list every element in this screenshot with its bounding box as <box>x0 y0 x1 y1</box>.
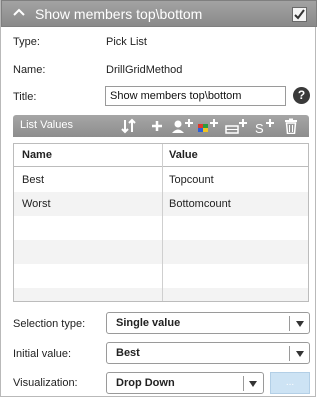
add-row-icon[interactable] <box>225 118 249 134</box>
add-icon[interactable] <box>149 118 165 134</box>
dropdown-separator <box>289 316 290 331</box>
initial-value-value: Best <box>116 347 140 359</box>
row-value-cell[interactable]: Bottomcount <box>169 198 231 210</box>
svg-text:S: S <box>255 121 264 134</box>
delete-icon[interactable] <box>283 118 299 134</box>
panel-header[interactable]: Show members top\bottom <box>1 0 317 27</box>
checkmark-icon <box>294 9 305 20</box>
table-row-empty <box>14 240 308 264</box>
table-row-empty <box>14 216 308 240</box>
selection-type-value: Single value <box>116 317 181 329</box>
type-label: Type: <box>13 36 40 48</box>
chevron-up-icon[interactable] <box>12 6 26 20</box>
visualization-value: Drop Down <box>116 377 175 389</box>
name-value: DrillGridMethod <box>106 64 183 76</box>
visualization-dropdown[interactable]: Drop Down <box>106 372 264 394</box>
list-properties-panel: Show members top\bottom Type: Pick List … <box>0 0 317 397</box>
add-s-icon[interactable]: S <box>254 118 276 134</box>
panel-title: Show members top\bottom <box>35 6 203 22</box>
column-divider <box>162 144 163 301</box>
dropdown-separator <box>243 376 244 391</box>
table-row-empty <box>14 264 308 288</box>
chevron-down-icon[interactable] <box>249 381 257 387</box>
row-value-cell[interactable]: Topcount <box>169 174 214 186</box>
title-input[interactable] <box>105 86 286 106</box>
row-name-cell[interactable]: Worst <box>22 198 51 210</box>
chevron-down-icon[interactable] <box>296 321 304 327</box>
table-row-empty <box>14 288 308 301</box>
column-header-name[interactable]: Name <box>22 149 52 161</box>
list-values-toolbar: List Values S <box>13 115 309 137</box>
column-header-value[interactable]: Value <box>169 149 198 161</box>
row-name-cell[interactable]: Best <box>22 174 44 186</box>
type-value: Pick List <box>106 36 147 48</box>
initial-value-label: Initial value: <box>13 348 72 360</box>
add-color-icon[interactable] <box>197 118 221 134</box>
selection-type-dropdown[interactable]: Single value <box>106 312 310 334</box>
table-row[interactable]: Best Topcount <box>14 168 308 192</box>
title-label: Title: <box>13 91 37 103</box>
chevron-down-icon[interactable] <box>296 351 304 357</box>
dropdown-separator <box>289 346 290 361</box>
visualization-options-button[interactable]: ... <box>270 372 310 394</box>
initial-value-dropdown[interactable]: Best <box>106 342 310 364</box>
visualization-label: Visualization: <box>13 377 78 389</box>
name-label: Name: <box>13 64 46 76</box>
table-header: Name Value <box>14 144 308 167</box>
enable-checkbox[interactable] <box>292 7 307 22</box>
help-icon[interactable]: ? <box>293 87 310 104</box>
list-values-table: Name Value Best Topcount Worst Bottomcou… <box>13 143 309 302</box>
add-user-icon[interactable] <box>171 118 195 134</box>
selection-type-label: Selection type: <box>13 318 86 330</box>
table-row[interactable]: Worst Bottomcount <box>14 192 308 216</box>
sort-icon[interactable] <box>121 118 137 134</box>
list-values-title: List Values <box>20 119 73 131</box>
